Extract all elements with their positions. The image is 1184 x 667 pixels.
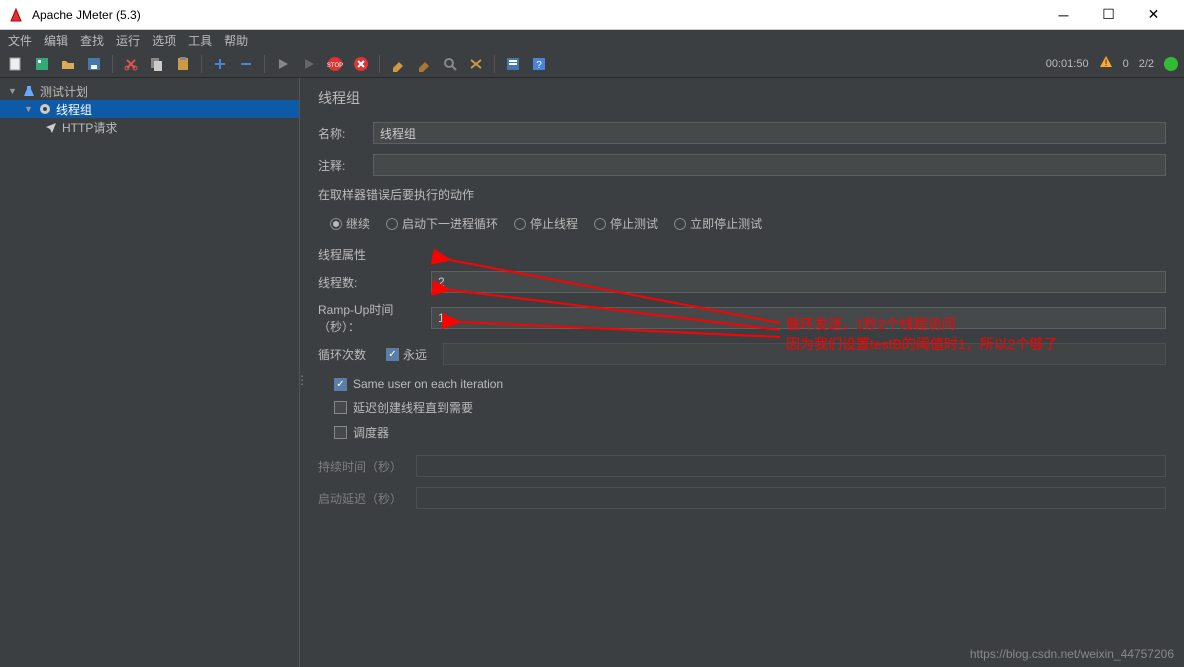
function-helper-icon[interactable]	[503, 54, 523, 74]
startup-delay-label: 启动延迟（秒）	[318, 490, 408, 507]
add-icon[interactable]	[210, 54, 230, 74]
scheduler-checkbox[interactable]: 调度器	[318, 420, 1166, 445]
remove-icon[interactable]	[236, 54, 256, 74]
comment-input[interactable]	[373, 154, 1166, 176]
collapse-icon[interactable]: ▼	[24, 104, 34, 114]
rampup-label: Ramp-Up时间（秒）：	[318, 301, 423, 335]
sampler-icon	[44, 120, 58, 134]
error-action-label: 在取样器错误后要执行的动作	[318, 186, 1166, 203]
new-icon[interactable]	[6, 54, 26, 74]
splitter-handle[interactable]	[296, 373, 302, 393]
clear-all-icon[interactable]	[414, 54, 434, 74]
open-icon[interactable]	[58, 54, 78, 74]
stop-icon[interactable]: STOP	[325, 54, 345, 74]
thread-props-label: 线程属性	[318, 246, 1166, 263]
minimize-button[interactable]: ─	[1041, 1, 1086, 29]
flask-icon	[22, 84, 36, 98]
save-icon[interactable]	[84, 54, 104, 74]
config-panel: 线程组 名称: 注释: 在取样器错误后要执行的动作 继续 启动下一进程循环 停止…	[300, 78, 1184, 667]
startup-delay-input	[416, 487, 1166, 509]
loop-label: 循环次数	[318, 346, 378, 363]
warning-count: 0	[1123, 58, 1129, 70]
name-label: 名称:	[318, 125, 373, 142]
thread-count: 2/2	[1139, 58, 1154, 70]
svg-text:!: !	[1104, 58, 1107, 68]
svg-text:STOP: STOP	[327, 63, 343, 69]
radio-start-next[interactable]: 启动下一进程循环	[386, 215, 498, 232]
radio-stop-thread[interactable]: 停止线程	[514, 215, 578, 232]
radio-stop-now[interactable]: 立即停止测试	[674, 215, 762, 232]
threads-input[interactable]	[431, 271, 1166, 293]
menu-file[interactable]: 文件	[4, 32, 36, 49]
reset-search-icon[interactable]	[466, 54, 486, 74]
menu-search[interactable]: 查找	[76, 32, 108, 49]
maximize-button[interactable]: ☐	[1086, 1, 1131, 29]
status-area: 00:01:50 ! 0 2/2	[1046, 55, 1178, 72]
panel-title: 线程组	[318, 88, 1166, 108]
clear-icon[interactable]	[388, 54, 408, 74]
tree-sidebar: ▼ 测试计划 ▼ 线程组 HTTP请求	[0, 78, 300, 667]
loop-forever-checkbox[interactable]: 永远	[386, 346, 427, 363]
app-icon	[8, 7, 24, 23]
annotation-text: 循环发送，1秒2个线程访问 因为我们设置testB的阈值时1，所以2个够了	[786, 315, 1057, 354]
gear-icon	[38, 102, 52, 116]
comment-label: 注释:	[318, 157, 373, 174]
duration-input	[416, 455, 1166, 477]
titlebar: Apache JMeter (5.3) ─ ☐ ✕	[0, 0, 1184, 30]
duration-label: 持续时间（秒）	[318, 458, 408, 475]
same-user-checkbox[interactable]: Same user on each iteration	[318, 373, 1166, 395]
tree-thread-group[interactable]: ▼ 线程组	[0, 100, 299, 118]
start-no-pause-icon[interactable]	[299, 54, 319, 74]
collapse-icon[interactable]: ▼	[8, 86, 18, 96]
warning-icon: !	[1099, 55, 1113, 72]
menu-help[interactable]: 帮助	[220, 32, 252, 49]
menu-options[interactable]: 选项	[148, 32, 180, 49]
status-indicator-icon	[1164, 57, 1178, 71]
help-icon[interactable]: ?	[529, 54, 549, 74]
menu-run[interactable]: 运行	[112, 32, 144, 49]
menu-tools[interactable]: 工具	[184, 32, 216, 49]
window-title: Apache JMeter (5.3)	[32, 8, 1041, 22]
start-icon[interactable]	[273, 54, 293, 74]
search-icon[interactable]	[440, 54, 460, 74]
name-input[interactable]	[373, 122, 1166, 144]
watermark: https://blog.csdn.net/weixin_44757206	[970, 647, 1174, 661]
radio-stop-test[interactable]: 停止测试	[594, 215, 658, 232]
tree-test-plan[interactable]: ▼ 测试计划	[0, 82, 299, 100]
copy-icon[interactable]	[147, 54, 167, 74]
delay-create-checkbox[interactable]: 延迟创建线程直到需要	[318, 395, 1166, 420]
close-button[interactable]: ✕	[1131, 1, 1176, 29]
cut-icon[interactable]	[121, 54, 141, 74]
toolbar: STOP ? 00:01:50 ! 0 2/2	[0, 50, 1184, 78]
elapsed-time: 00:01:50	[1046, 58, 1089, 70]
svg-text:?: ?	[536, 60, 542, 71]
paste-icon[interactable]	[173, 54, 193, 74]
radio-continue[interactable]: 继续	[330, 215, 370, 232]
menu-edit[interactable]: 编辑	[40, 32, 72, 49]
shutdown-icon[interactable]	[351, 54, 371, 74]
threads-label: 线程数:	[318, 274, 423, 291]
templates-icon[interactable]	[32, 54, 52, 74]
menubar: 文件 编辑 查找 运行 选项 工具 帮助	[0, 30, 1184, 50]
tree-http-request[interactable]: HTTP请求	[0, 118, 299, 136]
